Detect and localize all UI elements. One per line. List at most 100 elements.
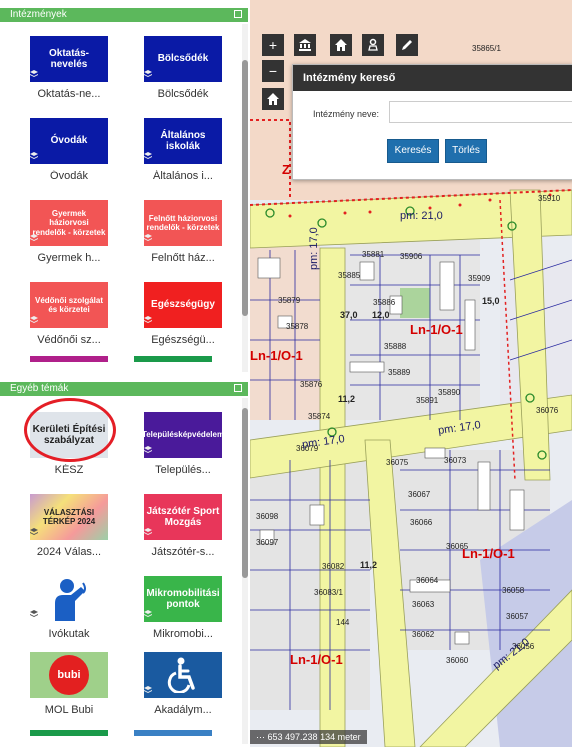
parcel-label: 35891 <box>416 396 439 405</box>
height-label: 12,0 <box>372 310 390 320</box>
parcel-label: 36062 <box>412 630 435 639</box>
tile-thumbnail: Általános iskolák <box>144 118 222 164</box>
parcel-label: 35909 <box>468 274 491 283</box>
tile-thumbnail: VÁLASZTÁSI TÉRKÉP 2024 <box>30 494 108 540</box>
tile-label: Ivókutak <box>48 628 90 640</box>
tile-ovodak[interactable]: Óvodák Óvodák <box>10 118 120 194</box>
tile-label: Egészségü... <box>151 334 215 346</box>
other-topics-scrollbar[interactable] <box>242 398 248 744</box>
highlight-circle <box>24 398 116 462</box>
street-elevation-label: pm: 17,0 <box>308 227 320 270</box>
pencil-icon <box>402 40 412 50</box>
tile-thumbnail <box>30 576 108 622</box>
clear-button[interactable]: Törlés <box>445 139 487 163</box>
sidebar: Intézmények Oktatás-nevelés Oktatás-ne..… <box>0 0 251 747</box>
parcel-label: 35885 <box>338 271 361 280</box>
tile-thumbnail: bubi <box>30 652 108 698</box>
zone-label: Ln-1/O-1 <box>290 652 343 667</box>
wheelchair-icon <box>167 657 195 693</box>
tile-label: Oktatás-ne... <box>37 88 101 100</box>
other-topics-panel-title: Egyéb témák <box>10 383 69 394</box>
tile-telepuleskepvedelem[interactable]: Településképvédelem Település... <box>124 412 234 488</box>
tile-label: Bölcsődék <box>157 88 209 100</box>
parcel-label: 36058 <box>502 586 525 595</box>
parcel-label: 35890 <box>438 388 461 397</box>
layers-icon <box>30 152 38 160</box>
zone-label: Ln-1/O-1 <box>250 348 303 363</box>
tile-label: Gyermek h... <box>37 252 101 264</box>
search-button[interactable]: Keresés <box>387 139 439 163</box>
institution-search-dialog: Intézmény kereső Intézmény neve: Keresés… <box>292 64 572 180</box>
tile-partial <box>30 356 108 362</box>
measure-icon: ⋯ <box>256 732 268 742</box>
dialog-title: Intézmény kereső <box>293 65 572 91</box>
institutions-tool-button[interactable] <box>294 34 316 56</box>
parcel-label: 35906 <box>400 252 423 261</box>
height-label: 15,0 <box>482 296 500 306</box>
tile-felnott-haziorvosi[interactable]: Felnőtt háziorvosi rendelők - körzetek F… <box>124 200 234 276</box>
parcel-label: 35878 <box>286 322 309 331</box>
tile-partial <box>134 356 212 362</box>
building-icon <box>299 39 311 51</box>
layers-icon <box>30 316 38 324</box>
tile-label: MOL Bubi <box>44 704 94 716</box>
tile-kesz[interactable]: Kerületi Építési szabályzat KÉSZ <box>10 398 120 488</box>
tile-gyermek-haziorvosi[interactable]: Gyermek háziorvosi rendelők - körzetek G… <box>10 200 120 276</box>
tile-jatszoter-sport[interactable]: Játszótér Sport Mozgás Játszótér-s... <box>124 494 234 570</box>
street-elevation-label: pm: 21,0 <box>400 210 443 222</box>
layers-icon <box>30 70 38 78</box>
tile-thumbnail: Védőnői szolgálat és körzetei <box>30 282 108 328</box>
height-label: 144 <box>336 618 350 627</box>
parcel-label: 36060 <box>446 656 469 665</box>
scale-readout: ⋯ 653 497.238 134 meter <box>250 730 367 744</box>
zone-label: Z <box>282 162 290 177</box>
layers-icon <box>144 446 152 454</box>
tile-label: Általános i... <box>153 170 213 182</box>
scale-text: 653 497.238 134 meter <box>267 732 361 742</box>
layers-icon <box>144 152 152 160</box>
layers-icon <box>144 686 152 694</box>
home-button[interactable] <box>262 88 284 110</box>
tile-thumbnail: Gyermek háziorvosi rendelők - körzetek <box>30 200 108 246</box>
parcel-label: 35888 <box>384 342 407 351</box>
tile-label: Mikromobi... <box>153 628 213 640</box>
height-label: 11,2 <box>360 560 378 570</box>
institution-name-input[interactable] <box>389 101 572 123</box>
scroll-thumb[interactable] <box>242 60 248 316</box>
tile-mol-bubi[interactable]: bubi MOL Bubi <box>10 652 120 728</box>
collapse-icon[interactable] <box>234 384 242 392</box>
tile-altalanos-iskolak[interactable]: Általános iskolák Általános i... <box>124 118 234 194</box>
parcel-label: 35876 <box>300 380 323 389</box>
layers-icon <box>144 528 152 536</box>
tile-akadalymentes[interactable]: Akadálym... <box>124 652 234 728</box>
tile-thumbnail: Egészségügy <box>144 282 222 328</box>
tile-thumbnail <box>144 652 222 698</box>
tile-label: Település... <box>155 464 211 476</box>
tile-oktatas-neveles[interactable]: Oktatás-nevelés Oktatás-ne... <box>10 36 120 112</box>
tile-label: 2024 Válas... <box>36 546 102 558</box>
measure-button[interactable] <box>396 34 418 56</box>
parcel-label: 36075 <box>386 458 409 467</box>
zoom-out-button[interactable]: − <box>262 60 284 82</box>
parcel-label: 35889 <box>388 368 411 377</box>
parcel-label: 35881 <box>362 250 385 259</box>
institutions-panel-header[interactable]: Intézmények <box>0 8 248 22</box>
institutions-scrollbar[interactable] <box>242 24 248 372</box>
tile-vedonoi-szolgalat[interactable]: Védőnői szolgálat és körzetei Védőnői sz… <box>10 282 120 358</box>
parcel-label: 36057 <box>506 612 529 621</box>
tile-thumbnail: Játszótér Sport Mozgás <box>144 494 222 540</box>
tile-bolcsodek[interactable]: Bölcsődék Bölcsődék <box>124 36 234 112</box>
location-button[interactable] <box>362 34 384 56</box>
tile-egeszsegugy[interactable]: Egészségügy Egészségü... <box>124 282 234 358</box>
zoom-in-button[interactable]: + <box>262 34 284 56</box>
tile-mikromobilitasi-pontok[interactable]: Mikromobilitási pontok Mikromobi... <box>124 576 234 652</box>
layers-icon <box>30 610 38 618</box>
other-topics-panel-header[interactable]: Egyéb témák <box>0 382 248 396</box>
height-label: 37,0 <box>340 310 358 320</box>
tile-ivokutak[interactable]: Ivókutak <box>10 576 120 652</box>
tile-valasztasi-terkep[interactable]: VÁLASZTÁSI TÉRKÉP 2024 2024 Válas... <box>10 494 120 570</box>
map-view[interactable]: 35865/1 35910 35881 35885 35886 35888 35… <box>250 0 572 747</box>
collapse-icon[interactable] <box>234 10 242 18</box>
scroll-thumb[interactable] <box>242 408 248 578</box>
home-search-button[interactable] <box>330 34 352 56</box>
